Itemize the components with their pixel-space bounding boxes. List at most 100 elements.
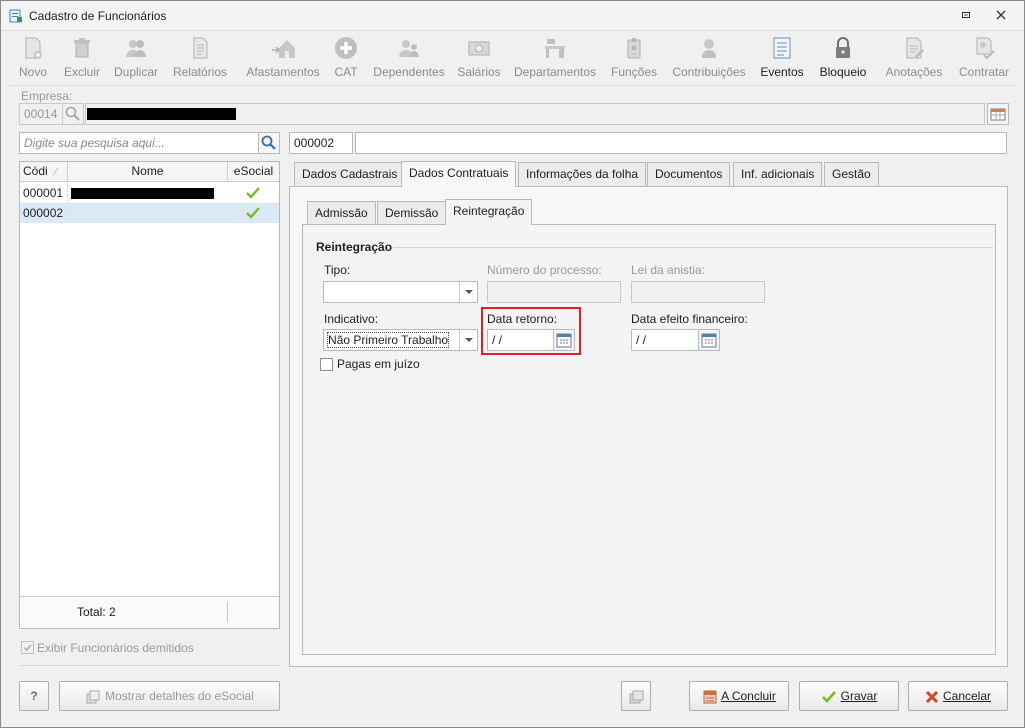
pagas-juizo-checkbox[interactable] bbox=[320, 358, 333, 371]
tab-inf-adicionais[interactable]: Inf. adicionais bbox=[733, 162, 823, 186]
copy-icon bbox=[86, 690, 100, 704]
toolbar-separator bbox=[9, 85, 1016, 86]
empresa-search-button bbox=[62, 103, 84, 125]
tab-informacoes-folha[interactable]: Informações da folha bbox=[518, 162, 647, 186]
data-efeito-calendar-button[interactable] bbox=[698, 329, 720, 351]
chevron-down-icon bbox=[459, 282, 477, 302]
toolbar-cat-button[interactable]: CAT bbox=[332, 36, 360, 80]
data-efeito-field[interactable]: / / bbox=[631, 329, 699, 351]
toolbar-afastamentos-button[interactable]: Afastamentos bbox=[244, 36, 322, 80]
row-name-redacted bbox=[71, 188, 214, 199]
tab-gestao[interactable]: Gestão bbox=[824, 162, 879, 186]
table-row[interactable]: 000001 bbox=[20, 183, 279, 203]
record-code-field[interactable]: 000002 bbox=[289, 132, 353, 154]
grid-footer: Total: 2 bbox=[20, 596, 279, 628]
contract-icon bbox=[976, 37, 995, 60]
empresa-code-field: 00014 bbox=[19, 103, 63, 125]
tab-admissao[interactable]: Admissão bbox=[307, 201, 376, 225]
house-arrow-icon bbox=[272, 40, 295, 58]
secondary-action-button[interactable] bbox=[621, 681, 651, 711]
check-icon bbox=[821, 690, 836, 703]
show-dismissed-checkbox[interactable] bbox=[21, 641, 34, 654]
grid-header: Códi ⁄ Nome eSocial bbox=[20, 162, 279, 182]
toolbar-anotacoes-button[interactable]: Anotações bbox=[882, 36, 946, 80]
search-icon bbox=[65, 106, 80, 121]
new-document-icon bbox=[25, 37, 42, 59]
contribution-icon bbox=[702, 39, 716, 58]
processo-field bbox=[487, 281, 621, 303]
calendar-icon bbox=[556, 333, 572, 348]
checkmark-icon bbox=[23, 644, 32, 652]
list-icon bbox=[773, 37, 791, 59]
gravar-button[interactable]: Gravar bbox=[799, 681, 899, 711]
tab-dados-contratuais[interactable]: Dados Contratuais bbox=[401, 161, 517, 187]
tipo-label: Tipo: bbox=[324, 263, 351, 277]
close-icon bbox=[996, 10, 1006, 20]
processo-label: Número do processo: bbox=[487, 263, 602, 277]
data-retorno-field[interactable]: / / bbox=[487, 329, 554, 351]
money-icon bbox=[468, 41, 490, 56]
medical-cross-icon bbox=[335, 37, 357, 59]
row-code: 000002 bbox=[20, 203, 68, 223]
calendar-grid-icon bbox=[990, 108, 1006, 121]
concluir-button[interactable]: A Concluir bbox=[689, 681, 789, 711]
close-button[interactable] bbox=[987, 6, 1015, 26]
cancelar-button[interactable]: Cancelar bbox=[908, 681, 1008, 711]
title-bar: Cadastro de Funcionários bbox=[1, 1, 1024, 31]
toolbar-dependentes-button[interactable]: Dependentes bbox=[371, 36, 447, 80]
toolbar-excluir-button[interactable]: Excluir bbox=[61, 36, 103, 80]
column-header-code[interactable]: Códi ⁄ bbox=[20, 162, 68, 182]
data-efeito-label: Data efeito financeiro: bbox=[631, 312, 748, 326]
toolbar-salarios-button[interactable]: Salários bbox=[456, 36, 502, 80]
tab-documentos[interactable]: Documentos bbox=[647, 162, 731, 186]
data-retorno-label: Data retorno: bbox=[487, 312, 558, 326]
column-header-esocial[interactable]: eSocial bbox=[228, 162, 279, 182]
restore-button[interactable] bbox=[952, 6, 980, 26]
desk-icon bbox=[545, 39, 565, 58]
help-button[interactable]: ? bbox=[19, 681, 49, 711]
notes-icon bbox=[906, 37, 924, 59]
app-icon bbox=[9, 9, 22, 23]
toolbar-duplicar-button[interactable]: Duplicar bbox=[111, 36, 161, 80]
chevron-down-icon bbox=[459, 330, 477, 350]
toolbar-relatorios-button[interactable]: Relatórios bbox=[171, 36, 229, 80]
window-title: Cadastro de Funcionários bbox=[29, 9, 167, 23]
toolbar-bloqueio-button[interactable]: Bloqueio bbox=[815, 36, 871, 80]
tab-dados-cadastrais[interactable]: Dados Cadastrais bbox=[294, 162, 406, 186]
users-icon bbox=[126, 40, 146, 57]
stack-icon bbox=[629, 690, 644, 704]
toolbar-departamentos-button[interactable]: Departamentos bbox=[512, 36, 598, 80]
main-window: Cadastro de Funcionários Novo Excluir Du… bbox=[0, 0, 1025, 728]
tab-demissao[interactable]: Demissão bbox=[377, 201, 447, 225]
search-button[interactable] bbox=[258, 132, 280, 154]
total-count: Total: 2 bbox=[77, 605, 116, 619]
empresa-details-button[interactable] bbox=[987, 103, 1009, 125]
search-icon bbox=[261, 135, 276, 150]
restore-icon bbox=[962, 12, 970, 18]
indicativo-select[interactable]: Não Primeiro Trabalho bbox=[323, 329, 478, 351]
empresa-name-redacted bbox=[87, 108, 236, 120]
employee-grid: Códi ⁄ Nome eSocial 000001 000002 Total:… bbox=[19, 161, 280, 629]
sort-icon: ⁄ bbox=[55, 167, 57, 178]
column-header-name[interactable]: Nome bbox=[68, 162, 228, 182]
esocial-details-button[interactable]: Mostrar detalhes do eSocial bbox=[59, 681, 280, 711]
cancel-x-icon bbox=[925, 690, 939, 703]
lei-anistia-field bbox=[631, 281, 765, 303]
calculator-icon bbox=[703, 690, 717, 704]
toolbar-contribuicoes-button[interactable]: Contribuições bbox=[669, 36, 749, 80]
toolbar-contratar-button[interactable]: Contratar bbox=[955, 36, 1013, 80]
lei-anistia-label: Lei da anistia: bbox=[631, 263, 706, 277]
toolbar-eventos-button[interactable]: Eventos bbox=[759, 36, 805, 80]
row-code: 000001 bbox=[20, 183, 68, 203]
indicativo-label: Indicativo: bbox=[324, 312, 379, 326]
tab-reintegracao[interactable]: Reintegração bbox=[445, 199, 533, 225]
search-input[interactable]: Digite sua pesquisa aqui... bbox=[19, 132, 259, 154]
toolbar-funcoes-button[interactable]: Funções bbox=[609, 36, 659, 80]
table-row[interactable]: 000002 bbox=[20, 203, 279, 223]
record-name-field[interactable] bbox=[355, 132, 1007, 154]
lock-icon bbox=[836, 37, 850, 58]
tipo-select[interactable] bbox=[323, 281, 478, 303]
toolbar-novo-button[interactable]: Novo bbox=[15, 36, 51, 80]
data-retorno-calendar-button[interactable] bbox=[553, 329, 575, 351]
badge-icon bbox=[627, 38, 641, 59]
